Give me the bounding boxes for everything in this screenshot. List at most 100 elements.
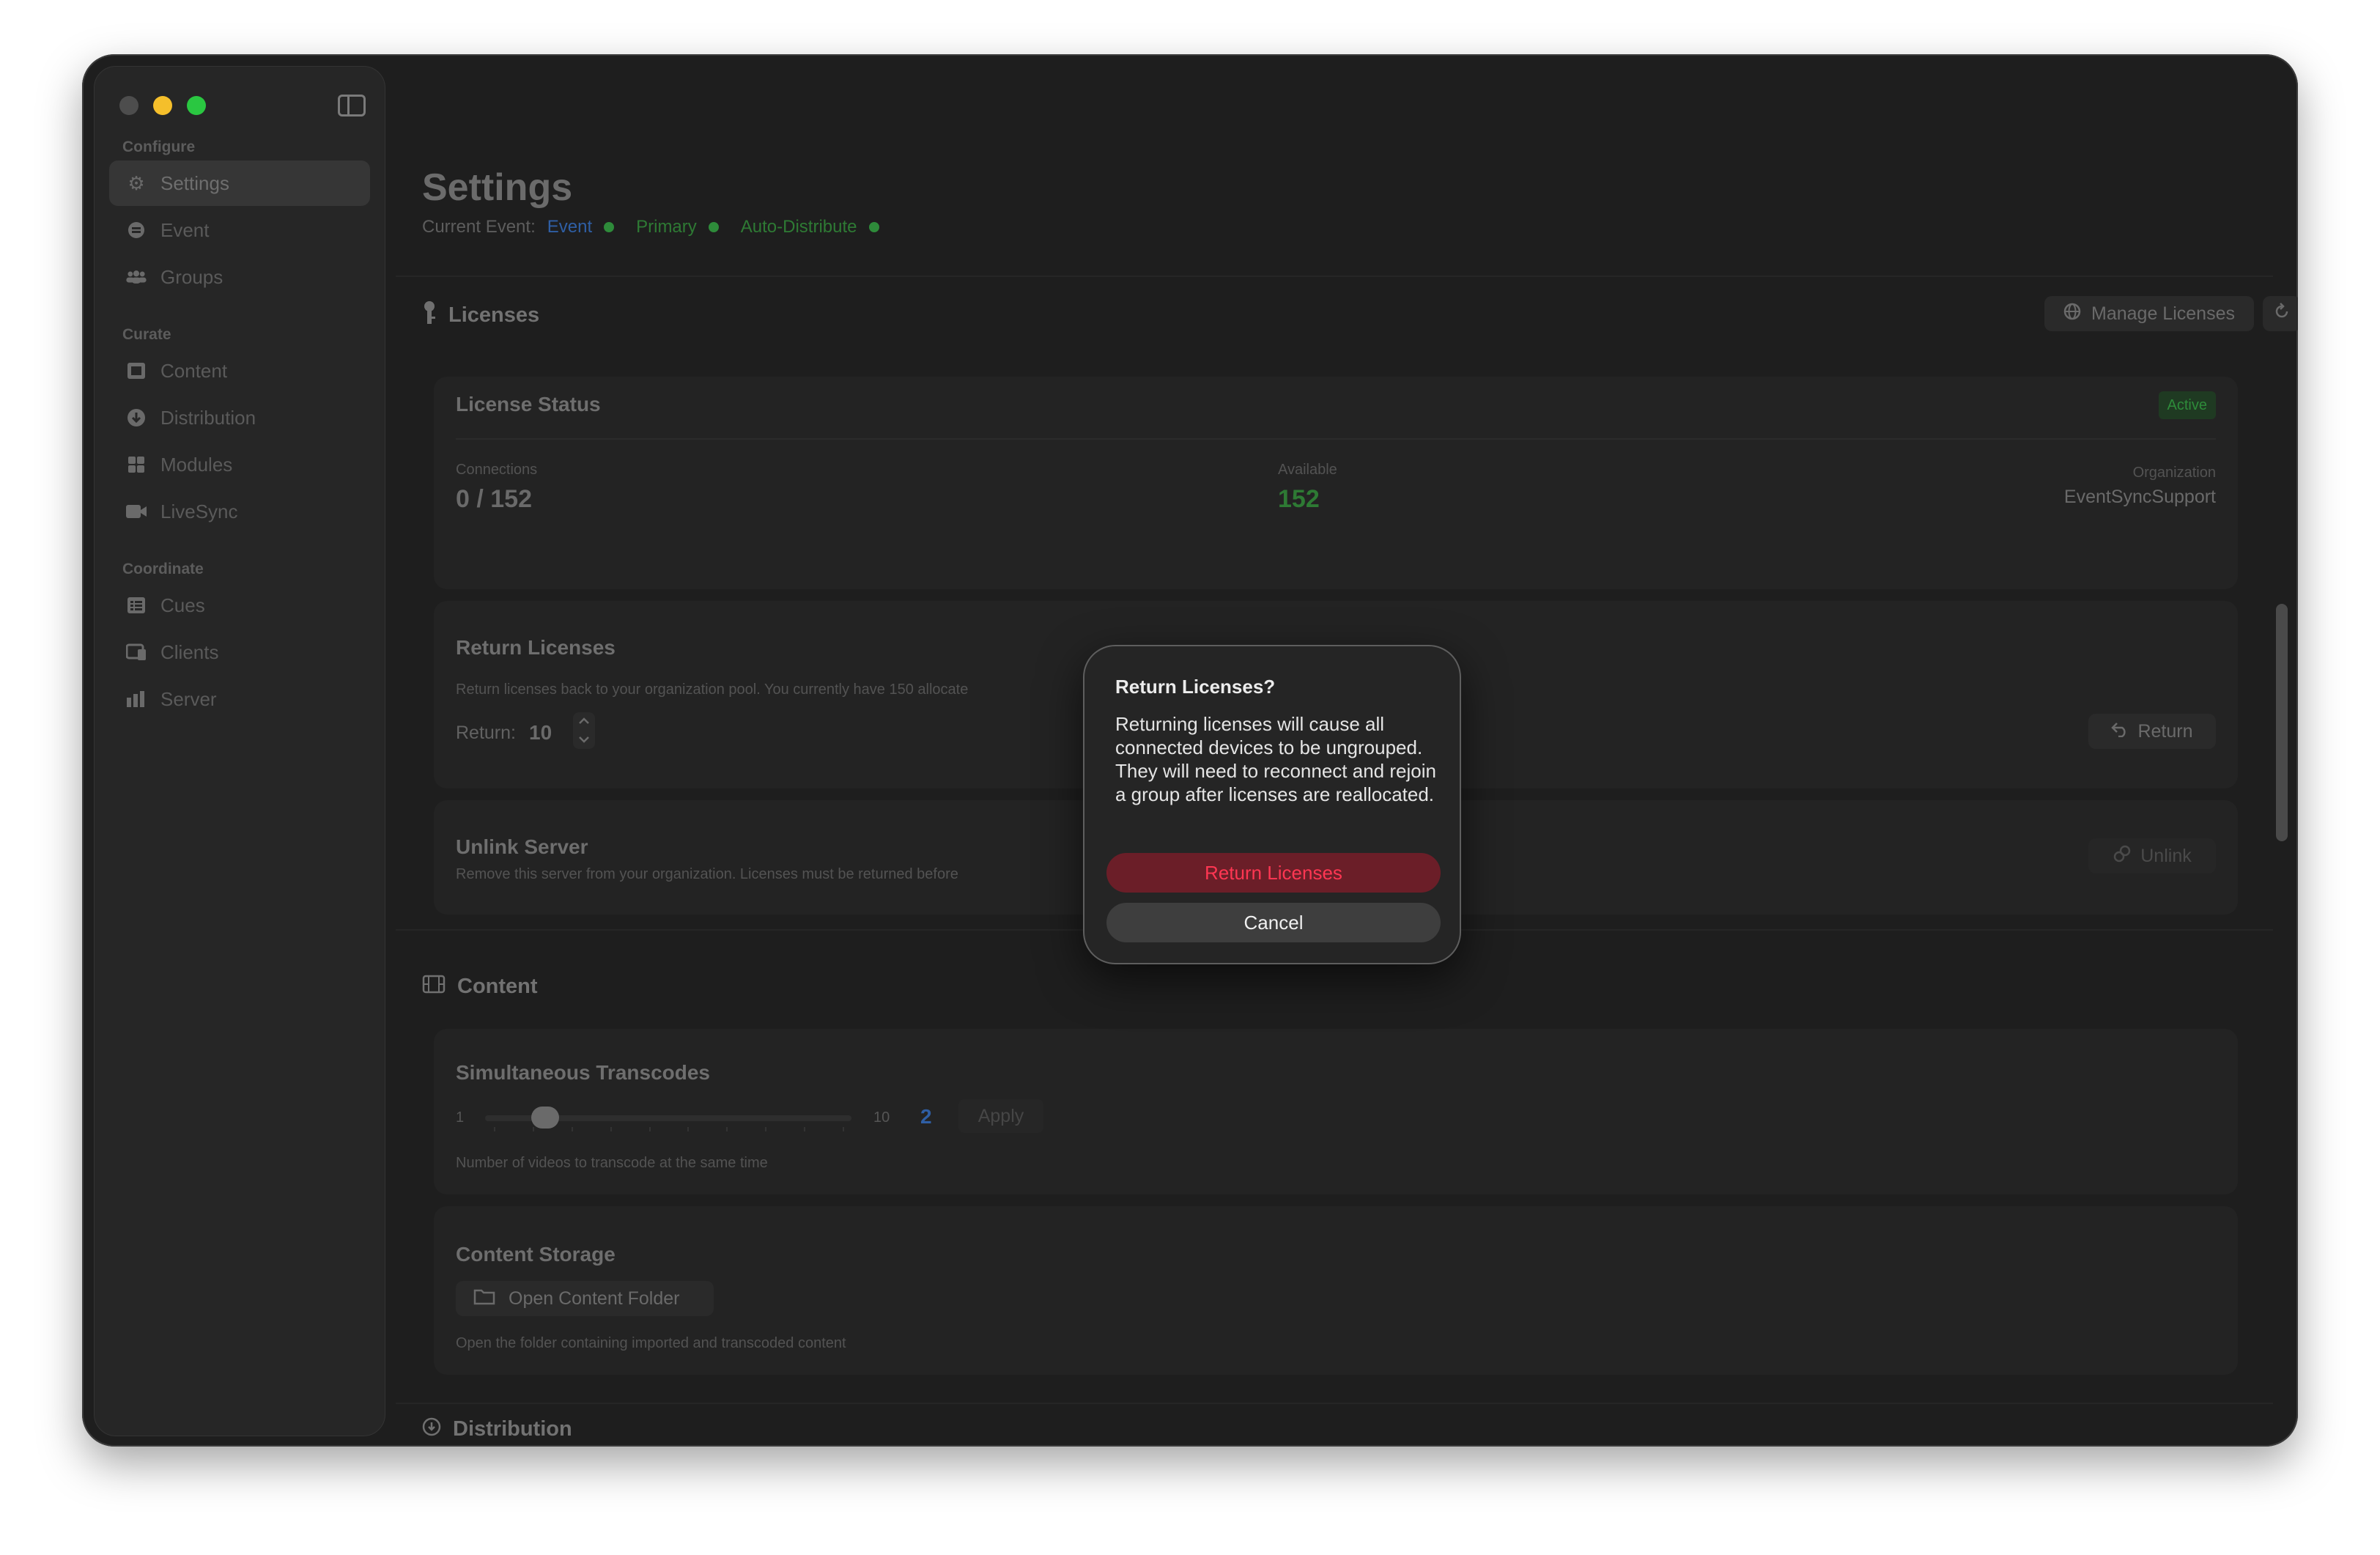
return-button-label: Return [2137,720,2193,742]
event-status-dot [604,222,615,232]
dialog-title: Return Licenses? [1115,676,1276,698]
unlink-server-title: Unlink Server [456,835,588,858]
content-section-header: Content [422,975,538,999]
content-icon [125,360,147,382]
role-status-dot [708,222,719,232]
sidebar-item-label: Server [160,687,217,710]
slider-tick [765,1127,767,1131]
refresh-button[interactable] [2263,296,2298,331]
return-label: Return: [456,723,516,743]
zoom-window-button[interactable] [187,96,206,115]
distribution-icon [125,407,147,429]
slider-tick [843,1127,844,1131]
sidebar-item-server[interactable]: Server [109,676,370,722]
sidebar-item-livesync[interactable]: LiveSync [109,489,370,534]
transcodes-card: Simultaneous Transcodes 1 10 2 Apply Num… [434,1029,2238,1194]
sidebar-item-label: LiveSync [160,500,238,522]
sidebar-item-label: Distribution [160,406,256,429]
organization-label: Organization [2132,465,2216,481]
chevron-down-icon[interactable] [578,734,590,747]
unlink-button[interactable]: Unlink [2088,838,2216,873]
available-value: 152 [1278,485,1320,513]
sidebar-item-modules[interactable]: Modules [109,442,370,487]
slider-tick [494,1127,495,1131]
confirm-return-licenses-button[interactable]: Return Licenses [1106,853,1441,893]
slider-tick [571,1127,573,1131]
connections-label: Connections [456,462,538,478]
sidebar-item-label: Settings [160,171,229,194]
sidebar: Configure ⚙ Settings Event Groups Curate… [94,66,385,1436]
sidebar-item-label: Clients [160,640,219,663]
slider-tick [610,1127,612,1131]
current-event-bar: Current Event: Event Primary Auto-Distri… [422,217,901,237]
sidebar-toggle-icon[interactable] [338,95,366,117]
slider-thumb[interactable] [531,1107,560,1129]
sidebar-item-distribution[interactable]: Distribution [109,395,370,440]
divider [456,438,2216,440]
slider-min-label: 1 [456,1109,465,1126]
server-icon [125,688,147,710]
return-arrow-icon [2111,721,2129,742]
event-name[interactable]: Event [547,217,592,237]
sidebar-item-content[interactable]: Content [109,348,370,394]
transcodes-value: 2 [920,1105,932,1128]
sidebar-item-event[interactable]: Event [109,207,370,253]
sidebar-item-groups[interactable]: Groups [109,254,370,300]
folder-icon [473,1288,495,1310]
sidebar-item-clients[interactable]: Clients [109,629,370,675]
transcodes-description: Number of videos to transcode at the sam… [456,1155,768,1171]
divider [396,276,2273,277]
event-icon [125,219,147,241]
sidebar-item-cues[interactable]: Cues [109,583,370,628]
return-licenses-dialog: Return Licenses? Returning licenses will… [1083,645,1461,964]
distribution-heading: Distribution [453,1417,572,1441]
cues-icon [125,594,147,616]
content-storage-description: Open the folder containing imported and … [456,1335,846,1351]
licenses-heading: Licenses [448,303,540,327]
manage-licenses-button[interactable]: Manage Licenses [2044,296,2254,331]
mode-status-dot [868,222,879,232]
manage-licenses-label: Manage Licenses [2091,303,2235,324]
current-event-label: Current Event: [422,217,536,237]
sidebar-item-label: Groups [160,265,223,288]
content-storage-title: Content Storage [456,1243,616,1266]
chevron-up-icon[interactable] [578,715,590,728]
status-badge: Active [2158,391,2216,419]
organization-value: EventSyncSupport [2063,487,2216,507]
transcodes-title: Simultaneous Transcodes [456,1061,710,1084]
quantity-stepper[interactable] [573,712,595,749]
sidebar-item-settings[interactable]: ⚙ Settings [109,160,370,206]
transcodes-slider[interactable] [485,1107,851,1131]
return-quantity-value: 10 [529,721,552,744]
minimize-window-button[interactable] [153,96,172,115]
unlink-icon [2113,844,2132,868]
mode-label: Auto-Distribute [740,217,857,237]
apply-button[interactable]: Apply [958,1099,1043,1133]
dialog-message: Returning licenses will cause all connec… [1115,713,1436,805]
camera-icon [125,501,147,522]
return-licenses-title: Return Licenses [456,636,616,659]
slider-max-label: 10 [873,1109,890,1126]
sidebar-item-label: Cues [160,594,205,616]
groups-icon [125,266,147,288]
gear-icon: ⚙ [128,171,145,194]
slider-tick [804,1127,806,1131]
scrollbar[interactable] [2276,604,2288,841]
modules-icon [125,454,147,476]
license-status-title: License Status [456,393,601,415]
return-licenses-description: Return licenses back to your organizatio… [456,682,969,698]
connections-value: 0 / 152 [456,485,532,513]
divider [396,1403,2273,1404]
page-title: Settings [422,166,573,209]
sidebar-section-coordinate: Coordinate [122,561,204,577]
role-label: Primary [636,217,697,237]
close-window-button[interactable] [119,96,138,115]
slider-tick [648,1127,651,1131]
slider-tick [726,1127,728,1131]
open-content-folder-label: Open Content Folder [509,1288,680,1309]
open-content-folder-button[interactable]: Open Content Folder [456,1281,714,1316]
cancel-button[interactable]: Cancel [1106,903,1441,942]
return-button[interactable]: Return [2088,714,2216,749]
available-label: Available [1278,462,1337,478]
film-icon [422,975,446,999]
